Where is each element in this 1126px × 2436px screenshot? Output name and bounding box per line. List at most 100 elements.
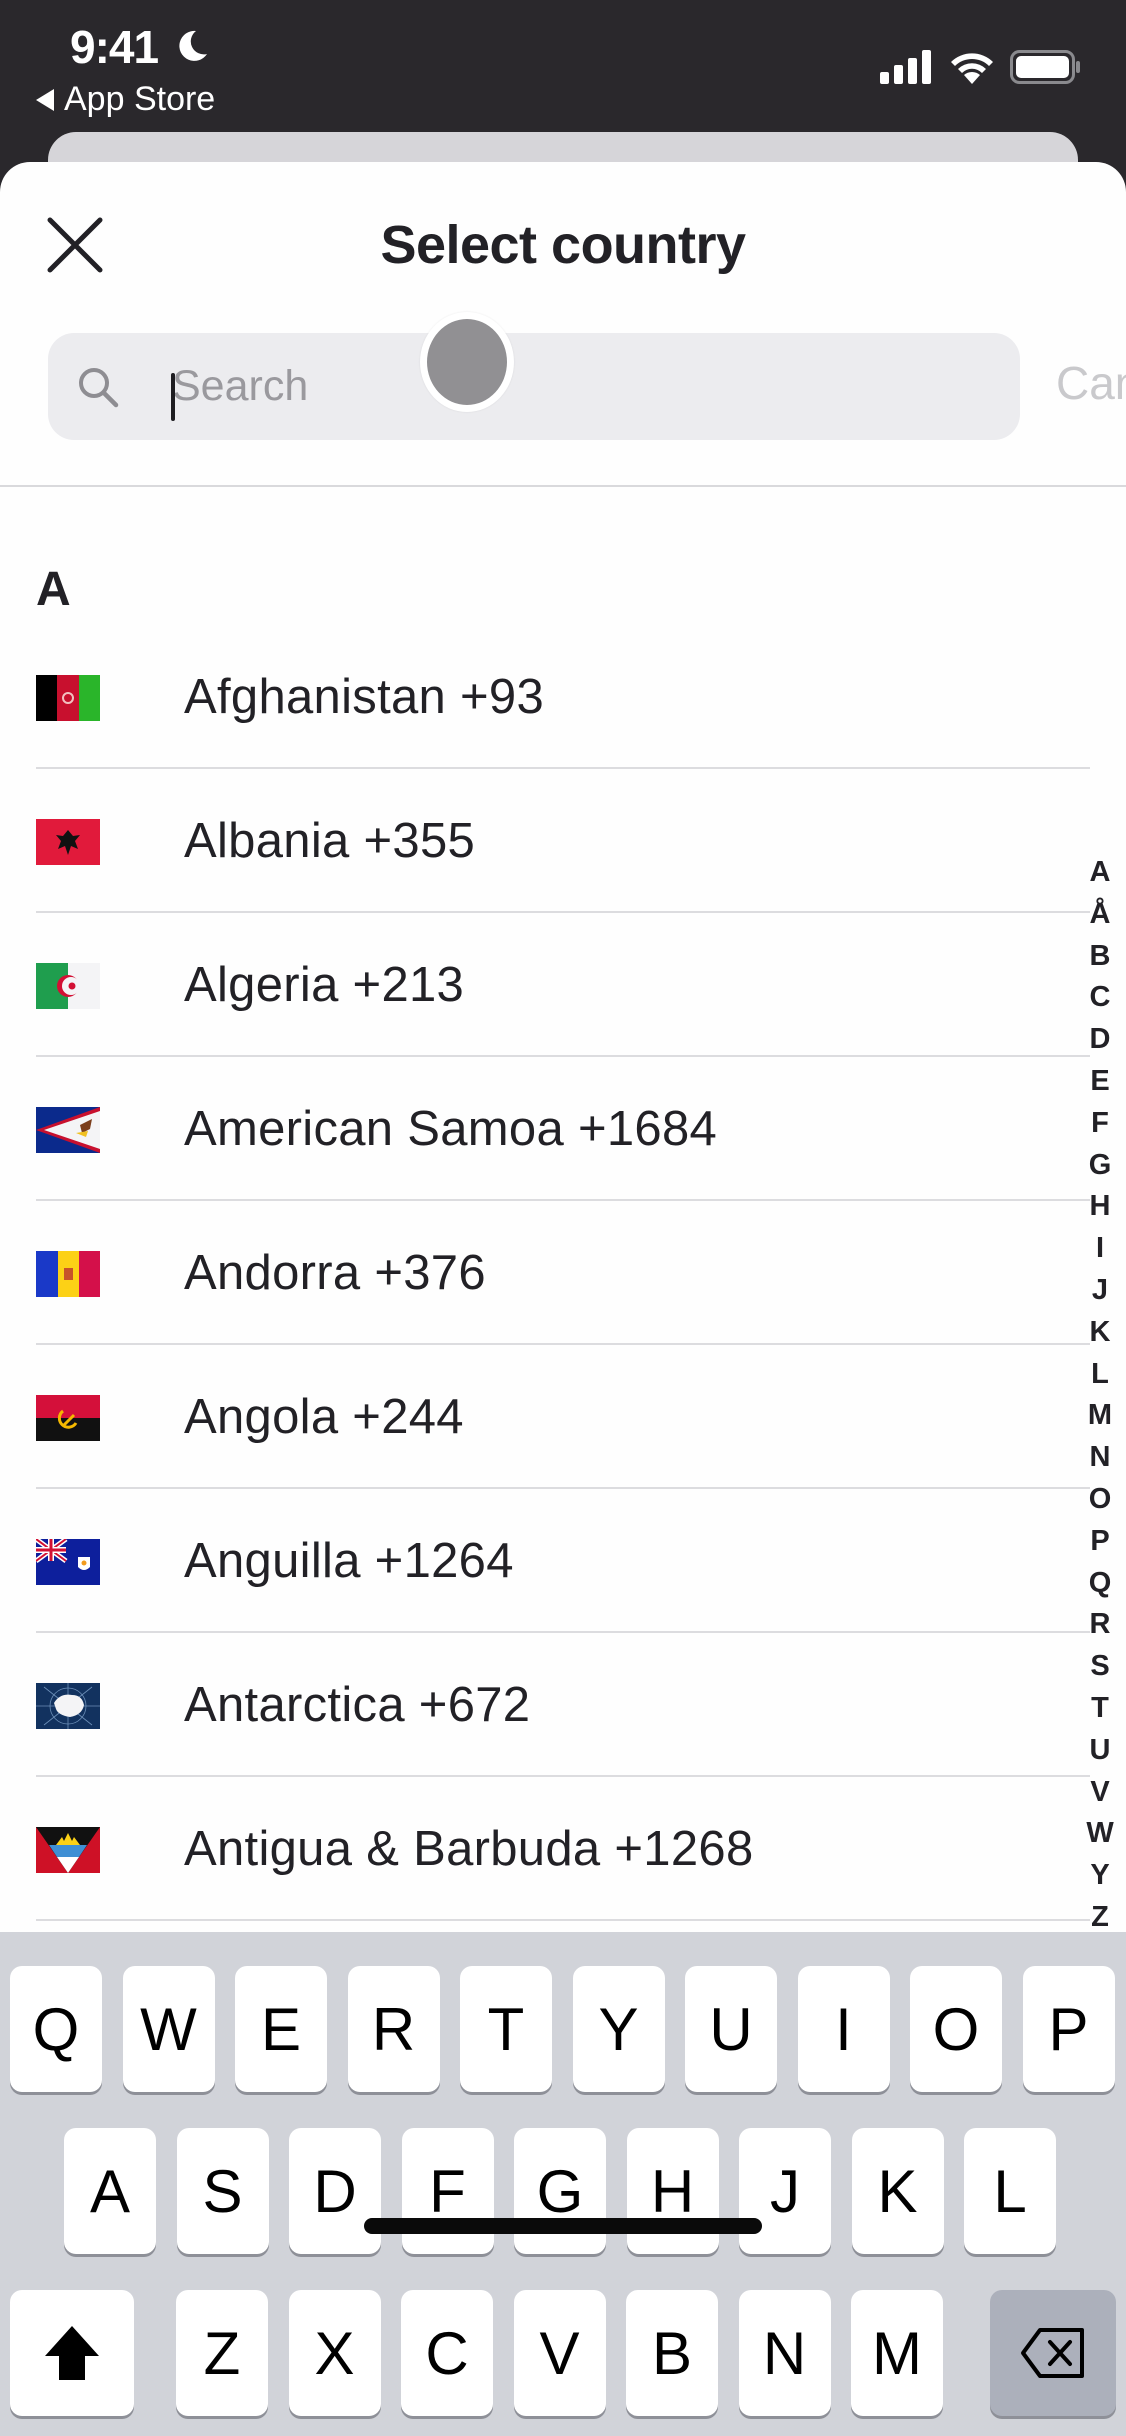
back-to-app-store[interactable]: App Store xyxy=(36,80,215,119)
flag-ao-icon xyxy=(36,1395,100,1441)
delete-key[interactable] xyxy=(990,2290,1116,2416)
touch-indicator xyxy=(420,312,514,412)
index-letter[interactable]: Å xyxy=(1082,894,1118,936)
country-label: Afghanistan +93 xyxy=(184,670,545,724)
flag-ai-icon xyxy=(36,1539,100,1585)
key-t[interactable]: T xyxy=(460,1966,552,2092)
key-q[interactable]: Q xyxy=(10,1966,102,2092)
flag-as-icon xyxy=(36,1107,100,1153)
index-letter[interactable]: R xyxy=(1082,1604,1118,1646)
flag-ag-icon xyxy=(36,1827,100,1873)
index-letter[interactable]: Y xyxy=(1082,1855,1118,1897)
index-letter[interactable]: U xyxy=(1082,1730,1118,1772)
index-letter[interactable]: F xyxy=(1082,1103,1118,1145)
index-letter[interactable]: S xyxy=(1082,1646,1118,1688)
key-m[interactable]: M xyxy=(851,2290,943,2416)
index-letter[interactable]: Q xyxy=(1082,1563,1118,1605)
flag-ad-icon xyxy=(36,1251,100,1297)
country-label: Albania +355 xyxy=(184,814,476,868)
cellular-signal-icon xyxy=(880,50,931,84)
key-o[interactable]: O xyxy=(910,1966,1002,2092)
country-label: Antigua & Barbuda +1268 xyxy=(184,1822,754,1876)
header-divider xyxy=(0,485,1126,487)
country-label: Andorra +376 xyxy=(184,1246,486,1300)
key-s[interactable]: S xyxy=(176,2128,269,2254)
shift-key[interactable] xyxy=(10,2290,134,2416)
index-letter[interactable]: P xyxy=(1082,1521,1118,1563)
index-letter[interactable]: B xyxy=(1082,936,1118,978)
index-letter[interactable]: J xyxy=(1082,1270,1118,1312)
battery-icon xyxy=(1010,50,1080,84)
cancel-button[interactable]: Cancel xyxy=(1056,356,1126,410)
search-input[interactable] xyxy=(172,333,992,440)
key-l[interactable]: L xyxy=(964,2128,1056,2254)
shift-icon xyxy=(45,2326,99,2380)
search-field[interactable] xyxy=(48,333,1020,440)
index-letter[interactable]: O xyxy=(1082,1479,1118,1521)
key-v[interactable]: V xyxy=(513,2290,606,2416)
flag-al-icon xyxy=(36,819,100,865)
key-a[interactable]: A xyxy=(64,2128,156,2254)
wifi-icon xyxy=(951,53,993,84)
index-letter[interactable]: D xyxy=(1082,1019,1118,1061)
country-row[interactable]: Antigua & Barbuda +1268 xyxy=(0,1777,1126,1921)
key-n[interactable]: N xyxy=(738,2290,831,2416)
page-title: Select country xyxy=(380,215,746,275)
key-b[interactable]: B xyxy=(626,2290,718,2416)
back-triangle-icon xyxy=(36,88,54,111)
alphabet-index[interactable]: AÅBCDEFGHIJKLMNOPQRSTUVWYZ xyxy=(1082,852,1118,1939)
row-divider xyxy=(36,1919,1090,1921)
country-row[interactable]: Angola +244 xyxy=(0,1345,1126,1489)
key-y[interactable]: Y xyxy=(572,1966,665,2092)
index-letter[interactable]: I xyxy=(1082,1228,1118,1270)
country-label: Angola +244 xyxy=(184,1390,464,1444)
country-row[interactable]: Antarctica +672 xyxy=(0,1633,1126,1777)
search-icon xyxy=(79,368,119,408)
index-letter[interactable]: M xyxy=(1082,1395,1118,1437)
country-row[interactable]: Afghanistan +93 xyxy=(0,625,1126,769)
keyboard: QWERTYUIOP ASDFGHJKL ZXCVBNM xyxy=(0,1932,1126,2436)
index-letter[interactable]: N xyxy=(1082,1437,1118,1479)
key-j[interactable]: J xyxy=(739,2128,831,2254)
index-letter[interactable]: V xyxy=(1082,1772,1118,1814)
index-letter[interactable]: T xyxy=(1082,1688,1118,1730)
key-u[interactable]: U xyxy=(685,1966,777,2092)
key-f[interactable]: F xyxy=(401,2128,494,2254)
backspace-icon xyxy=(1021,2328,1084,2378)
keyboard-row: QWERTYUIOP xyxy=(0,1966,1126,2092)
country-label: Algeria +213 xyxy=(184,958,465,1012)
key-e[interactable]: E xyxy=(235,1966,327,2092)
key-w[interactable]: W xyxy=(122,1966,215,2092)
key-i[interactable]: I xyxy=(797,1966,890,2092)
index-letter[interactable]: W xyxy=(1082,1813,1118,1855)
key-h[interactable]: H xyxy=(626,2128,719,2254)
key-x[interactable]: X xyxy=(288,2290,381,2416)
country-label: American Samoa +1684 xyxy=(184,1102,718,1156)
country-row[interactable]: Anguilla +1264 xyxy=(0,1489,1126,1633)
index-letter[interactable]: L xyxy=(1082,1354,1118,1396)
index-letter[interactable]: H xyxy=(1082,1186,1118,1228)
key-g[interactable]: G xyxy=(514,2128,606,2254)
flag-aq-icon xyxy=(36,1683,100,1729)
key-r[interactable]: R xyxy=(347,1966,440,2092)
key-z[interactable]: Z xyxy=(176,2290,268,2416)
country-row[interactable]: Algeria +213 xyxy=(0,913,1126,1057)
index-letter[interactable]: K xyxy=(1082,1312,1118,1354)
country-row[interactable]: Andorra +376 xyxy=(0,1201,1126,1345)
key-d[interactable]: D xyxy=(289,2128,381,2254)
key-k[interactable]: K xyxy=(851,2128,944,2254)
section-header: A xyxy=(36,563,71,616)
home-indicator[interactable] xyxy=(364,2218,762,2234)
keyboard-row: ZXCVBNM xyxy=(0,2290,1126,2416)
index-letter[interactable]: G xyxy=(1082,1145,1118,1187)
country-row[interactable]: American Samoa +1684 xyxy=(0,1057,1126,1201)
back-app-label: App Store xyxy=(64,80,216,118)
index-letter[interactable]: C xyxy=(1082,977,1118,1019)
index-letter[interactable]: A xyxy=(1082,852,1118,894)
country-label: Antarctica +672 xyxy=(184,1678,531,1732)
key-c[interactable]: C xyxy=(401,2290,493,2416)
key-p[interactable]: P xyxy=(1022,1966,1115,2092)
keyboard-row: ASDFGHJKL xyxy=(0,2128,1126,2254)
country-row[interactable]: Albania +355 xyxy=(0,769,1126,913)
index-letter[interactable]: E xyxy=(1082,1061,1118,1103)
